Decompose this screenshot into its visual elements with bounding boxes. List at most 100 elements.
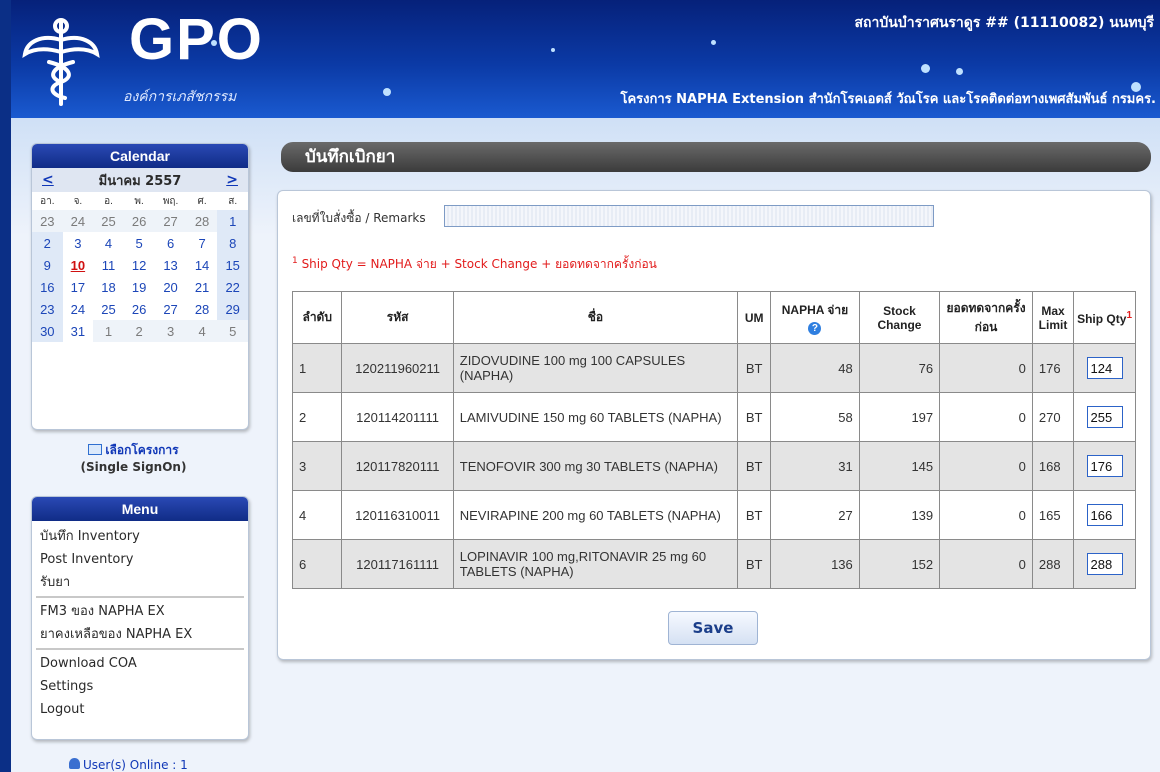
calendar-day[interactable]: 20 [154,276,186,298]
calendar-day[interactable]: 30 [32,320,63,342]
site-header: GPO องค์การเภสัชกรรม สถาบันบำราศนราดูร #… [11,0,1160,118]
calendar-day[interactable]: 6 [154,232,186,254]
calendar-week-row: 16 17 18 19 20 21 22 [32,276,248,298]
calendar-day[interactable]: 22 [217,276,248,298]
menu-divider [36,648,244,650]
cell-stock-change: 197 [858,392,941,442]
calendar-weekday-row: อา. จ. อ. พ. พฤ. ศ. ส. [32,192,248,210]
cell-seq: 2 [291,392,343,442]
menu-item-post-inventory[interactable]: Post Inventory [32,548,248,571]
calendar-day[interactable]: 1 [217,210,248,232]
ship-qty-input[interactable]: 288 [1086,553,1123,575]
calendar-day[interactable]: 12 [124,254,155,276]
col-napha-label: NAPHA จ่าย [781,302,849,317]
cell-seq: 1 [291,343,343,393]
calendar-day[interactable]: 9 [32,254,63,276]
decor-dot [956,68,963,75]
calendar-day[interactable]: 4 [93,232,124,254]
calendar-day[interactable]: 25 [93,298,124,320]
remarks-input[interactable] [444,205,934,227]
window-icon [88,444,103,455]
save-button[interactable]: Save [668,611,758,645]
cell-code: 120117820111 [341,441,454,491]
calendar-day[interactable]: 29 [217,298,248,320]
cell-napha: 48 [770,343,860,393]
next-month-link[interactable]: > [226,172,238,188]
calendar-day[interactable]: 23 [32,298,63,320]
menu-title: Menu [32,497,248,521]
calendar-day[interactable]: 24 [62,210,94,232]
drug-table: ลำดับ รหัส ชื่อ UM NAPHA จ่าย ? Stock Ch… [291,291,1136,589]
calendar-day[interactable]: 27 [154,210,187,232]
table-row: 3 120117820111 TENOFOVIR 300 mg 30 TABLE… [291,441,1136,491]
cell-carry-over: 0 [939,441,1033,491]
ship-qty-input[interactable]: 124 [1086,357,1123,379]
help-icon[interactable]: ? [808,321,822,335]
cell-code: 120114201111 [341,392,454,442]
ship-qty-input[interactable]: 255 [1086,406,1123,428]
table-header-row: ลำดับ รหัส ชื่อ UM NAPHA จ่าย ? Stock Ch… [291,291,1136,344]
calendar-day[interactable]: 4 [186,320,218,342]
calendar-day[interactable]: 13 [154,254,186,276]
cell-napha: 58 [770,392,860,442]
ship-qty-input[interactable]: 176 [1086,455,1123,477]
calendar-day[interactable]: 28 [186,210,218,232]
window-left-edge [0,0,11,772]
cell-ship-qty: 176 [1073,441,1136,491]
calendar-day[interactable]: 11 [93,254,124,276]
calendar-day[interactable]: 2 [123,320,155,342]
calendar-day[interactable]: 3 [154,320,187,342]
decor-dot [383,88,391,96]
ship-qty-input[interactable]: 166 [1086,504,1123,526]
cell-code: 120211960211 [341,343,454,393]
menu-item-receive[interactable]: รับยา [32,571,248,594]
calendar-day[interactable]: 7 [187,232,218,254]
cell-name: LOPINAVIR 100 mg,RITONAVIR 25 mg 60 TABL… [452,539,739,589]
calendar-day[interactable]: 15 [217,254,248,276]
calendar-day[interactable]: 8 [217,232,248,254]
cell-ship-qty: 288 [1073,539,1136,589]
calendar-day[interactable]: 17 [63,276,94,298]
menu-item-inventory[interactable]: บันทึก Inventory [32,525,248,548]
ship-qty-note: 1 Ship Qty = NAPHA จ่าย + Stock Change +… [292,255,657,274]
calendar-day[interactable]: 19 [124,276,155,298]
calendar-day[interactable]: 24 [63,298,94,320]
sso-label[interactable]: เลือกโครงการ [105,443,178,457]
calendar-day[interactable]: 27 [154,298,186,320]
cell-ship-qty: 255 [1073,392,1136,442]
calendar-day[interactable]: 16 [32,276,63,298]
calendar-day[interactable]: 26 [123,210,155,232]
cell-carry-over: 0 [939,392,1033,442]
calendar-day[interactable]: 5 [217,320,248,342]
cell-ship-qty: 166 [1073,490,1136,540]
menu-item-download-coa[interactable]: Download COA [32,652,248,675]
calendar-day[interactable]: 23 [32,210,63,232]
calendar-day[interactable]: 25 [93,210,124,232]
calendar-month-nav: < มีนาคม 2557 > [32,168,248,192]
cell-seq: 4 [291,490,343,540]
calendar-month-label: มีนาคม 2557 [98,173,182,189]
menu-item-remaining[interactable]: ยาคงเหลือของ NAPHA EX [32,623,248,646]
calendar-day[interactable]: 2 [32,232,63,254]
cell-stock-change: 139 [858,490,941,540]
cell-carry-over: 0 [939,343,1033,393]
calendar-day[interactable]: 3 [63,232,94,254]
menu-item-fm3[interactable]: FM3 ของ NAPHA EX [32,600,248,623]
sso-link-block[interactable]: เลือกโครงการ (Single SignOn) [41,442,226,476]
menu-item-settings[interactable]: Settings [32,675,248,698]
requisition-form: เลขที่ใบสั่งซื้อ / Remarks 1 Ship Qty = … [277,190,1151,660]
calendar-day[interactable]: 28 [187,298,218,320]
calendar-day[interactable]: 31 [63,320,94,342]
calendar-day[interactable]: 21 [187,276,218,298]
calendar-day[interactable]: 18 [93,276,124,298]
menu-item-logout[interactable]: Logout [32,698,248,721]
col-ship-qty-sup: 1 [1126,309,1132,321]
calendar-day[interactable]: 26 [124,298,155,320]
prev-month-link[interactable]: < [42,172,54,188]
calendar-day[interactable]: 1 [93,320,124,342]
calendar-title: Calendar [32,144,248,168]
calendar-day-today[interactable]: 10 [63,254,94,276]
calendar-day[interactable]: 5 [124,232,155,254]
cell-seq: 3 [291,441,343,491]
calendar-day[interactable]: 14 [187,254,218,276]
